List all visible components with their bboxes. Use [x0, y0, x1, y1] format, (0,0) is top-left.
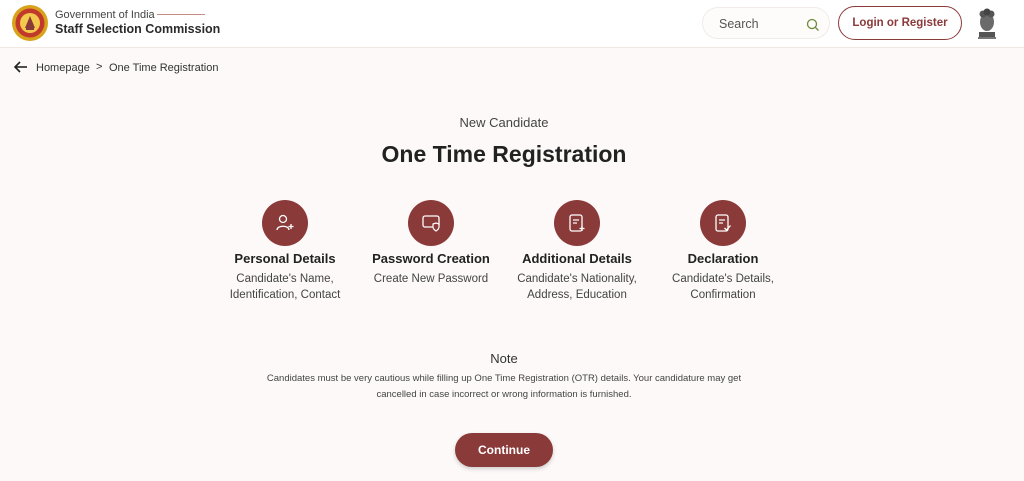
step-title: Declaration	[687, 251, 759, 266]
top-header: Government of India Staff Selection Comm…	[0, 0, 1024, 48]
step-icon-circle	[554, 200, 600, 246]
step-icon-circle	[262, 200, 308, 246]
step-title: Additional Details	[522, 251, 632, 266]
step-description: Candidate's Name, Identification, Contac…	[229, 273, 341, 301]
user-add-icon	[276, 214, 294, 231]
breadcrumb-current: One Time Registration	[109, 62, 219, 74]
breadcrumb-homepage-link[interactable]: Homepage	[36, 62, 90, 74]
step-declaration: Declaration Candidate's Details, Confirm…	[653, 200, 793, 303]
search-input[interactable]: Search	[719, 17, 759, 31]
step-additional-details: Additional Details Candidate's Nationali…	[507, 200, 647, 303]
breadcrumb-separator: >	[96, 61, 103, 73]
step-description: Candidate's Details, Confirmation	[672, 273, 774, 301]
org-subtitle: Government of India	[55, 9, 155, 21]
org-divider-line	[157, 14, 205, 15]
page-subtitle: New Candidate	[459, 115, 549, 130]
national-emblem-icon	[978, 8, 996, 39]
page-title: One Time Registration	[381, 141, 627, 167]
password-shield-icon	[422, 215, 440, 232]
search-box[interactable]: Search	[702, 7, 830, 39]
login-register-button[interactable]: Login or Register	[838, 6, 962, 40]
continue-button[interactable]: Continue	[455, 433, 553, 467]
step-icon-circle	[408, 200, 454, 246]
note-title: Note	[490, 351, 518, 366]
document-check-icon	[715, 214, 731, 232]
ssc-logo-icon[interactable]	[11, 4, 49, 42]
org-name: Staff Selection Commission	[55, 22, 221, 36]
step-password-creation: Password Creation Create New Password	[361, 200, 501, 287]
note-text: Candidates must be very cautious while f…	[266, 373, 742, 400]
step-title: Personal Details	[234, 251, 336, 266]
document-add-icon	[569, 214, 585, 232]
step-icon-circle	[700, 200, 746, 246]
step-description: Create New Password	[373, 273, 489, 285]
step-personal-details: Personal Details Candidate's Name, Ident…	[215, 200, 355, 303]
step-description: Candidate's Nationality, Address, Educat…	[517, 273, 637, 301]
step-title: Password Creation	[372, 251, 490, 266]
search-icon[interactable]	[806, 18, 820, 32]
back-arrow-icon[interactable]	[14, 61, 28, 73]
